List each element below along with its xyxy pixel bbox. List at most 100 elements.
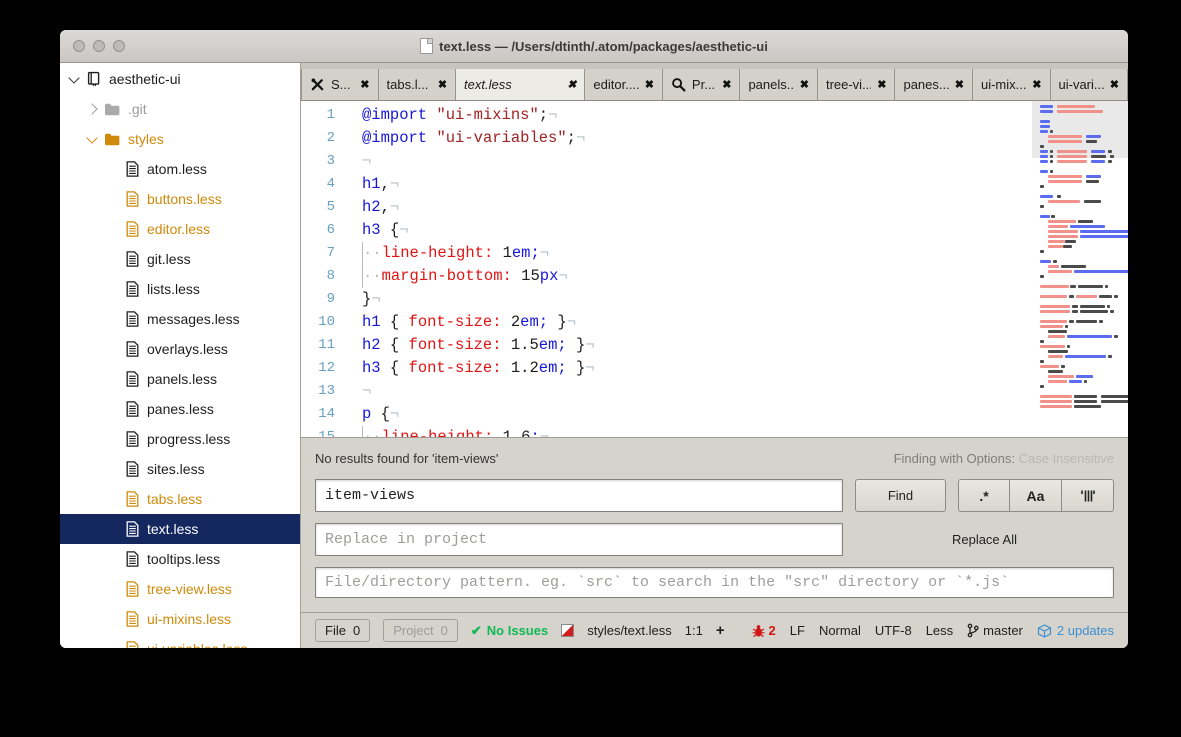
code-line-6[interactable]: 6 h3 {¬ xyxy=(301,219,1032,242)
tree-item-lists-less[interactable]: lists.less xyxy=(60,274,300,304)
chevron-right-icon[interactable] xyxy=(86,103,98,115)
code-line-5[interactable]: 5 h2,¬ xyxy=(301,196,1032,219)
find-options-summary: Finding with Options: Case Insensitive xyxy=(893,450,1114,466)
close-tab-icon[interactable]: ✖ xyxy=(645,78,654,91)
cursor-position[interactable]: 1:1 xyxy=(685,623,703,638)
line-code: ¬ xyxy=(362,152,372,170)
selection-option-button[interactable] xyxy=(1062,479,1114,512)
code-line-14[interactable]: 14 p {¬ xyxy=(301,403,1032,426)
regex-option-button[interactable]: .* xyxy=(958,479,1010,512)
tab-Pr-[interactable]: Pr... ✖ xyxy=(662,69,741,100)
minimap[interactable] xyxy=(1032,101,1128,437)
close-tab-icon[interactable]: ✖ xyxy=(438,78,447,91)
tab-tree-vi-[interactable]: tree-vi... ✖ xyxy=(817,69,896,100)
close-tab-icon[interactable]: ✖ xyxy=(1032,78,1041,91)
line-number: 5 xyxy=(326,199,335,215)
tree-item-messages-less[interactable]: messages.less xyxy=(60,304,300,334)
tree-item-tree-view-less[interactable]: tree-view.less xyxy=(60,574,300,604)
line-code: ··line-height: 1.6;¬ xyxy=(335,426,549,437)
line-number: 10 xyxy=(318,314,335,330)
tree-item-ui-mixins-less[interactable]: ui-mixins.less xyxy=(60,604,300,634)
tree-item--git[interactable]: .git xyxy=(60,94,300,124)
tree-item-aesthetic-ui[interactable]: aesthetic-ui xyxy=(60,64,300,94)
file-issues-button[interactable]: File 0 xyxy=(315,619,371,642)
tree-item-git-less[interactable]: git.less xyxy=(60,244,300,274)
grammar-indicator[interactable]: Less xyxy=(926,623,953,638)
project-issues-button[interactable]: Project 0 xyxy=(383,619,458,642)
close-tab-icon[interactable]: ✖ xyxy=(877,78,886,91)
code-line-8[interactable]: 8 ··margin-bottom: 15px¬ xyxy=(301,265,1032,288)
code-line-4[interactable]: 4 h1,¬ xyxy=(301,173,1032,196)
code-line-12[interactable]: 12 h3 { font-size: 1.2em; }¬ xyxy=(301,357,1032,380)
chevron-down-icon[interactable] xyxy=(68,71,80,84)
line-code: ¬ xyxy=(362,382,372,400)
status-bar: File 0 Project 0 ✔ No Issues styles/text… xyxy=(301,612,1128,648)
tree-item-atom-less[interactable]: atom.less xyxy=(60,154,300,184)
close-tab-icon[interactable]: ✖ xyxy=(722,78,731,91)
tab-tabs-l-[interactable]: tabs.l... ✖ xyxy=(378,69,457,100)
editor[interactable]: 1 @import "ui-mixins";¬ 2 @import "ui-varia… xyxy=(301,101,1128,437)
tab-ui-vari-[interactable]: ui-vari... ✖ xyxy=(1050,69,1128,100)
tab-ui-mix-[interactable]: ui-mix... ✖ xyxy=(972,69,1051,100)
tab-panels-[interactable]: panels... ✖ xyxy=(740,69,818,100)
linter-icon[interactable] xyxy=(561,624,575,637)
encoding-indicator[interactable]: UTF-8 xyxy=(875,623,912,638)
line-ending-indicator[interactable]: LF xyxy=(790,623,805,638)
replace-all-button[interactable]: Replace All xyxy=(855,532,1114,547)
code-line-7[interactable]: 7 ··line-height: 1em;¬ xyxy=(301,242,1032,265)
tree-item-label: tooltips.less xyxy=(147,551,221,567)
zoom-window-button[interactable] xyxy=(113,40,125,52)
git-branch-status[interactable]: master xyxy=(967,623,1023,638)
tree-item-label: panels.less xyxy=(147,371,218,387)
tree-item-panels-less[interactable]: panels.less xyxy=(60,364,300,394)
bug-count: 2 xyxy=(768,623,776,638)
tree-item-sites-less[interactable]: sites.less xyxy=(60,454,300,484)
close-tab-icon[interactable]: ✖ xyxy=(360,78,369,91)
tree-item-tabs-less[interactable]: tabs.less xyxy=(60,484,300,514)
close-tab-icon[interactable]: ✖ xyxy=(567,78,576,91)
bug-status[interactable]: 2 xyxy=(752,623,776,638)
tree-item-styles[interactable]: styles xyxy=(60,124,300,154)
tab-editor-[interactable]: editor.... ✖ xyxy=(585,69,663,100)
tree-item-panes-less[interactable]: panes.less xyxy=(60,394,300,424)
no-issues-status[interactable]: ✔ No Issues xyxy=(471,623,548,639)
close-tab-icon[interactable]: ✖ xyxy=(800,78,809,91)
find-input[interactable] xyxy=(315,479,843,512)
tree-item-tooltips-less[interactable]: tooltips.less xyxy=(60,544,300,574)
line-number: 2 xyxy=(326,130,335,146)
case-option-button[interactable]: Aa xyxy=(1010,479,1062,512)
code-line-13[interactable]: 13 ¬ xyxy=(301,380,1032,403)
tree-item-progress-less[interactable]: progress.less xyxy=(60,424,300,454)
tree-item-buttons-less[interactable]: buttons.less xyxy=(60,184,300,214)
replace-input[interactable] xyxy=(315,523,843,556)
code-line-15[interactable]: 15 ··line-height: 1.6;¬ xyxy=(301,426,1032,437)
current-file-path[interactable]: styles/text.less xyxy=(587,623,672,638)
path-pattern-input[interactable] xyxy=(315,567,1114,598)
tree-item-ui-variables-less[interactable]: ui-variables.less xyxy=(60,634,300,648)
tree-item-text-less[interactable]: text.less xyxy=(60,514,300,544)
updates-status[interactable]: 2 updates xyxy=(1037,623,1114,638)
code-line-3[interactable]: 3 ¬ xyxy=(301,150,1032,173)
tab-text-less[interactable]: text.less ✖ xyxy=(456,69,586,100)
folder-icon xyxy=(105,103,120,115)
close-tab-icon[interactable]: ✖ xyxy=(955,78,964,91)
close-window-button[interactable] xyxy=(73,40,85,52)
tab-panes-[interactable]: panes... ✖ xyxy=(895,69,973,100)
mode-indicator[interactable]: Normal xyxy=(819,623,861,638)
code-line-11[interactable]: 11 h2 { font-size: 1.5em; }¬ xyxy=(301,334,1032,357)
code-line-10[interactable]: 10 h1 { font-size: 2em; }¬ xyxy=(301,311,1032,334)
code-area[interactable]: 1 @import "ui-mixins";¬ 2 @import "ui-varia… xyxy=(301,101,1032,437)
code-line-1[interactable]: 1 @import "ui-mixins";¬ xyxy=(301,104,1032,127)
minimize-window-button[interactable] xyxy=(93,40,105,52)
tree-item-editor-less[interactable]: editor.less xyxy=(60,214,300,244)
tab-S-[interactable]: S... ✖ xyxy=(301,69,379,100)
code-line-9[interactable]: 9}¬ xyxy=(301,288,1032,311)
close-tab-icon[interactable]: ✖ xyxy=(1110,78,1119,91)
find-button[interactable]: Find xyxy=(855,479,946,512)
code-line-2[interactable]: 2 @import "ui-variables";¬ xyxy=(301,127,1032,150)
line-number: 12 xyxy=(318,360,335,376)
project-issues-count: 0 xyxy=(440,623,448,638)
plus-icon[interactable]: + xyxy=(716,622,725,639)
chevron-down-icon[interactable] xyxy=(86,131,98,144)
tree-item-overlays-less[interactable]: overlays.less xyxy=(60,334,300,364)
